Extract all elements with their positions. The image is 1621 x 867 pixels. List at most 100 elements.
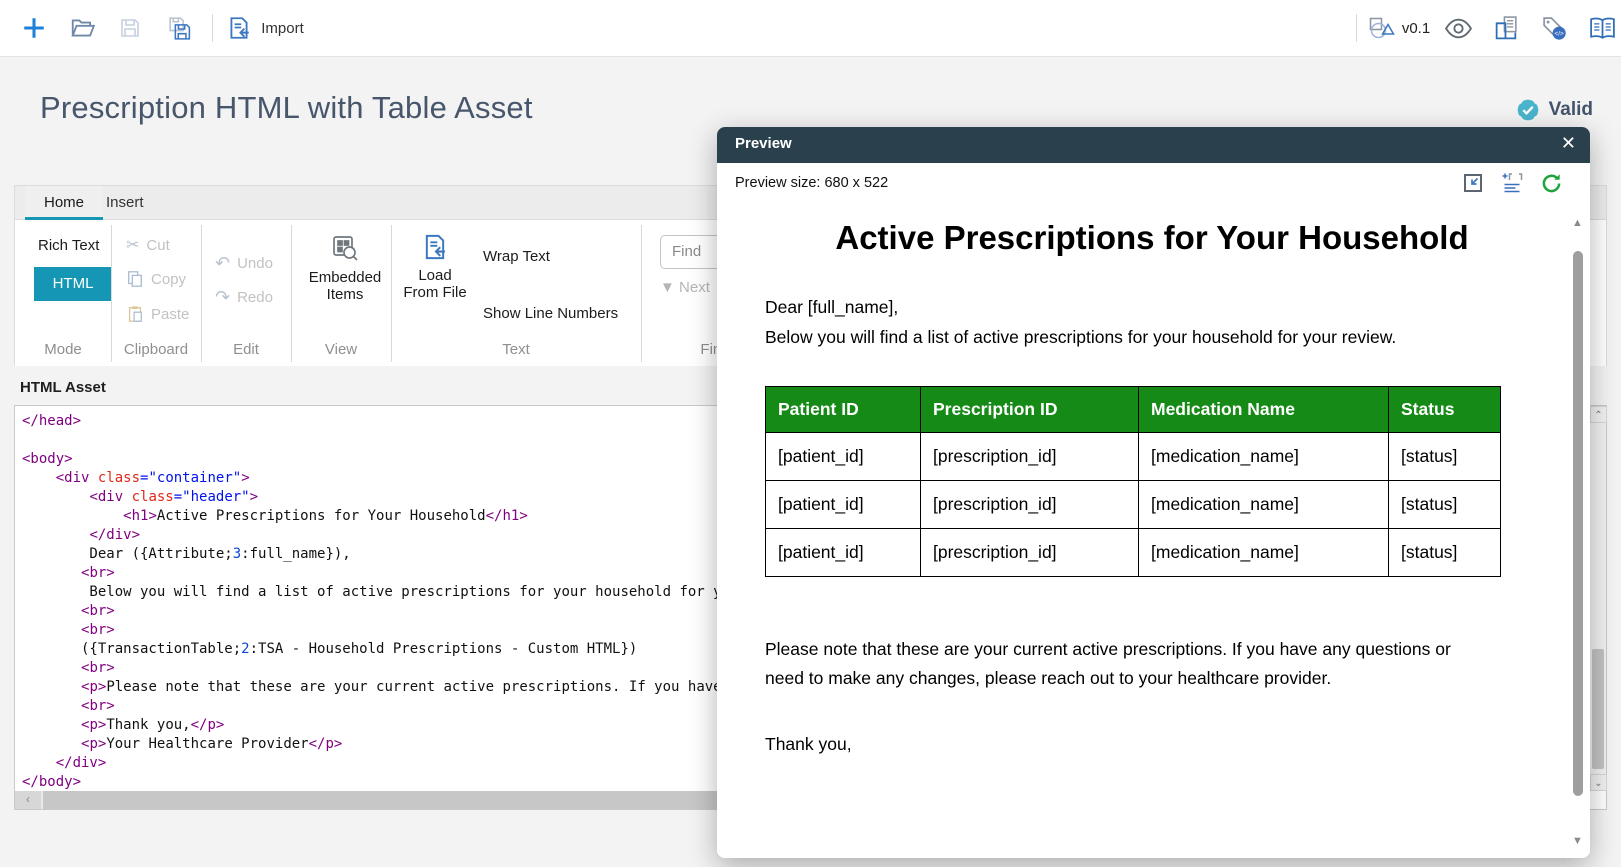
preview-greeting: Dear [full_name],: [765, 297, 1512, 318]
group-label-text: Text: [391, 341, 641, 358]
preview-note: Please note that these are your current …: [765, 635, 1452, 693]
preview-content: Active Prescriptions for Your Household …: [717, 205, 1590, 858]
svg-text:</>: </>: [1554, 30, 1564, 37]
table-cell: [prescription_id]: [921, 481, 1139, 529]
refresh-preview-button[interactable]: [1540, 172, 1564, 196]
preview-page: Active Prescriptions for Your Household …: [732, 205, 1572, 858]
save-as-icon: [166, 15, 193, 42]
table-cell: [prescription_id]: [921, 529, 1139, 577]
resize-preview-button[interactable]: [1462, 172, 1486, 196]
table-cell: [status]: [1389, 433, 1501, 481]
docs-button[interactable]: [1584, 0, 1620, 56]
cut-icon: ✂: [126, 235, 139, 255]
insert-data-icon: [1500, 172, 1524, 195]
embedded-items-icon: [330, 233, 360, 263]
table-cell: [medication_name]: [1139, 529, 1389, 577]
undo-button[interactable]: ↶Undo: [215, 253, 273, 274]
new-button[interactable]: [16, 0, 52, 56]
table-cell: [prescription_id]: [921, 433, 1139, 481]
table-header-cell: Medication Name: [1139, 387, 1389, 433]
html-asset-label: HTML Asset: [20, 379, 106, 396]
scrollbar-thumb[interactable]: [1573, 251, 1583, 796]
preview-scrollbar[interactable]: ▲ ▼: [1571, 209, 1585, 853]
wrap-text-toggle[interactable]: Wrap Text: [483, 248, 550, 265]
valid-badge: Valid: [1514, 96, 1593, 124]
undo-icon: ↶: [215, 253, 230, 274]
scrollbar-thumb[interactable]: [1592, 649, 1604, 769]
save-button-disabled[interactable]: [112, 0, 148, 56]
preview-toolbar: Preview size: 680 x 522: [717, 163, 1590, 205]
folder-open-icon: [69, 15, 96, 41]
embedded-items-button[interactable]: Embedded Items: [297, 233, 393, 303]
table-header-cell: Status: [1389, 387, 1501, 433]
preview-eye-button[interactable]: [1440, 0, 1476, 56]
preview-modal: Preview ✕ Preview size: 680 x 522 Active…: [717, 127, 1590, 858]
toolbar-divider: [212, 14, 213, 42]
scroll-down-button[interactable]: ⌄: [1590, 774, 1607, 791]
mode-html-button[interactable]: HTML: [34, 267, 112, 301]
copy-icon: [126, 270, 144, 288]
paste-button[interactable]: Paste: [126, 305, 189, 323]
table-cell: [status]: [1389, 529, 1501, 577]
version-label: v0.1: [1402, 20, 1430, 37]
table-cell: [medication_name]: [1139, 433, 1389, 481]
preview-intro: Below you will find a list of active pre…: [765, 327, 1512, 348]
version-button[interactable]: v0.1: [1364, 0, 1434, 56]
show-line-numbers-toggle[interactable]: Show Line Numbers: [483, 305, 618, 322]
valid-label: Valid: [1549, 99, 1593, 121]
eye-icon: [1444, 18, 1473, 39]
scroll-up-arrow[interactable]: ▲: [1572, 217, 1584, 229]
assets-button[interactable]: [1488, 0, 1524, 56]
save-as-button[interactable]: [160, 0, 198, 56]
import-label: Import: [261, 20, 304, 37]
group-label-view: View: [291, 341, 391, 358]
shapes-icon: [1368, 16, 1396, 41]
group-label-mode: Mode: [15, 341, 111, 358]
mode-rich-text-button[interactable]: Rich Text: [38, 237, 99, 254]
open-button[interactable]: [64, 0, 100, 56]
table-row: [patient_id][prescription_id][medication…: [766, 529, 1501, 577]
preview-thanks: Thank you,: [765, 734, 1512, 755]
import-button[interactable]: Import: [226, 0, 304, 56]
table-header-cell: Patient ID: [766, 387, 921, 433]
table-cell: [medication_name]: [1139, 481, 1389, 529]
paste-icon: [126, 305, 144, 323]
editor-vertical-scrollbar[interactable]: ⌃ ⌄: [1589, 406, 1606, 791]
group-label-edit: Edit: [201, 341, 291, 358]
save-icon: [118, 16, 142, 40]
toolbar-divider: [1356, 14, 1357, 42]
find-next-button[interactable]: ▼ Next: [660, 279, 710, 296]
scroll-left-button[interactable]: ‹: [15, 791, 41, 809]
table-cell: [patient_id]: [766, 433, 921, 481]
code-tag-icon: </>: [1541, 15, 1568, 42]
scroll-up-button[interactable]: ⌃: [1590, 406, 1607, 423]
resize-icon: [1462, 172, 1484, 194]
close-icon[interactable]: ✕: [1561, 133, 1576, 154]
copy-button[interactable]: Copy: [126, 270, 186, 288]
preview-modal-header[interactable]: Preview ✕: [717, 127, 1590, 163]
book-icon: [1588, 17, 1617, 40]
redo-button[interactable]: ↷Redo: [215, 287, 273, 308]
group-label-clipboard: Clipboard: [111, 341, 201, 358]
plus-icon: [21, 15, 47, 41]
top-toolbar: Import v0.1 </>: [0, 0, 1621, 57]
load-from-file-button[interactable]: Load From File: [390, 233, 480, 301]
table-row: [patient_id][prescription_id][medication…: [766, 481, 1501, 529]
table-cell: [status]: [1389, 481, 1501, 529]
tab-insert[interactable]: Insert: [87, 186, 163, 220]
valid-seal-icon: [1514, 96, 1542, 124]
group-divider: [641, 225, 642, 362]
preview-modal-title: Preview: [735, 135, 792, 152]
cut-button[interactable]: ✂Cut: [126, 235, 170, 255]
page-title: Prescription HTML with Table Asset: [40, 90, 533, 126]
table-cell: [patient_id]: [766, 481, 921, 529]
load-from-file-icon: [421, 233, 449, 261]
redo-icon: ↷: [215, 287, 230, 308]
tags-button[interactable]: </>: [1536, 0, 1572, 56]
triangle-down-icon: ▼: [660, 279, 675, 296]
preview-heading: Active Prescriptions for Your Household: [802, 209, 1502, 267]
insert-sample-data-button[interactable]: [1500, 172, 1524, 196]
preview-table: Patient IDPrescription IDMedication Name…: [765, 386, 1501, 577]
preview-size-label: Preview size: 680 x 522: [735, 175, 888, 191]
scroll-down-arrow[interactable]: ▼: [1572, 835, 1584, 847]
